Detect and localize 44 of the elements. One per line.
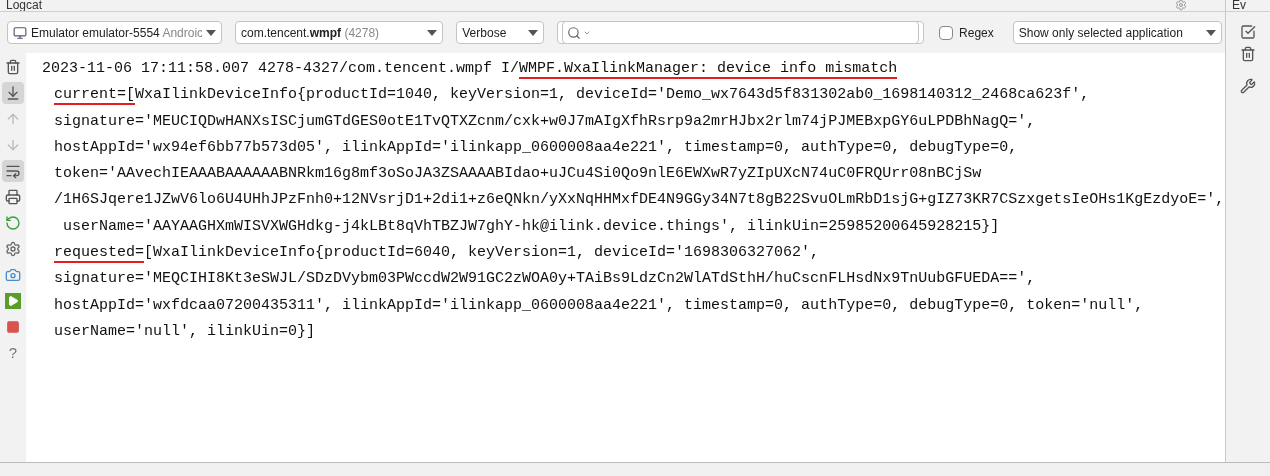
side-panel-title: Ev bbox=[1231, 0, 1246, 11]
dropdown-caret-icon bbox=[1206, 29, 1216, 36]
filter-dropdown[interactable]: Show only selected application bbox=[1012, 21, 1222, 44]
log-line: requested=[WxaIlinkDeviceInfo{productId=6040, keyVersion=1, deviceId='1698306327062', bbox=[53, 243, 821, 266]
emulator-icon bbox=[13, 25, 27, 40]
dropdown-caret-icon bbox=[427, 29, 438, 36]
help-button[interactable]: ? bbox=[2, 342, 24, 364]
log-line: /1H6SJqere1JZwV6lo6U4UHhJPzFnh0+12NVsrjD1+2di1+z6eQNkn/yXxNqHHMxfDE4N9GGy34N7t8gB22SvuOLmRbD1sjG+gIZ73KR7CSzxgetsIeOHs1KgEzdyoE=', bbox=[53, 190, 1225, 211]
panel-title: Logcat bbox=[5, 0, 43, 11]
dropdown-caret-icon bbox=[528, 29, 539, 36]
scroll-to-end-button[interactable] bbox=[2, 82, 24, 104]
log-line: userName='null', ilinkUin=0}] bbox=[53, 321, 317, 342]
soft-wrap-icon bbox=[5, 163, 21, 179]
device-dropdown[interactable]: Emulator emulator-5554 Androic bbox=[7, 21, 222, 44]
log-line: hostAppId='wxfdcaa07200435311', ilinkAppId='ilinkapp_0600008aa4e221', timestamp=0, authType=0, debugType=0, token='null', bbox=[53, 295, 1145, 316]
checkbox-icon[interactable] bbox=[1240, 24, 1256, 40]
settings-icon bbox=[5, 241, 21, 257]
log-line: 2023-11-06 17:11:58.007 4278-4327/com.tencent.wmpf I/WMPF.WxaIlinkManager: device info mismatch bbox=[41, 59, 899, 81]
soft-wrap-button[interactable] bbox=[2, 160, 24, 182]
search-field[interactable] bbox=[557, 21, 925, 44]
log-level-dropdown[interactable]: Verbose bbox=[456, 21, 545, 44]
play-button[interactable] bbox=[2, 290, 24, 312]
regex-label: Regex bbox=[959, 24, 994, 42]
log-line: signature='MEUCIQDwHANXsISCjumGTdGES0otE1TvQTXZcnm/cxk+w0J7mAIgXfhRsrp9a2mrHJbx2rlm74jPJMEBxpGY6uLPDBhNagQ=', bbox=[53, 111, 1037, 132]
log-line: hostAppId='wx94ef6bb77b573d05', ilinkAppId='ilinkapp_0600008aa4e221', timestamp=0, authType=0, debugType=0, bbox=[53, 137, 1019, 158]
stop-icon bbox=[6, 320, 20, 334]
dropdown-caret-icon bbox=[206, 29, 216, 36]
search-icon bbox=[567, 25, 582, 40]
process-dropdown[interactable]: com.tencent.wmpf (4278) bbox=[235, 21, 444, 44]
play-icon bbox=[5, 293, 21, 309]
trash-icon bbox=[5, 59, 21, 75]
log-line: current=[WxaIlinkDeviceInfo{productId=1040, keyVersion=1, deviceId='Demo_wx7643d5f831302ab0_1698140312_2468ca623f', bbox=[53, 85, 1091, 108]
trash-icon[interactable] bbox=[1240, 46, 1256, 62]
log-line: token='AAvechIEAAABAAAAAABNRkm16g8mf3oSoJA3ZSAAAABIdao+uJCu4Si0Qo9nlE6EWXwR7yZIpUXcN74uC0FRQUrr08nBCjSw bbox=[53, 164, 983, 185]
log-line: signature='MEQCIHI8Kt3eSWJL/SDzDVybm03PWccdW2W91GC2zWOA0y+TAiBs9LdzCn2WlATdSthH/huCscnFLHsdNx9TnUubGFUEDA==', bbox=[53, 269, 1037, 290]
scroll-to-end-icon bbox=[5, 85, 21, 101]
regex-checkbox[interactable] bbox=[939, 25, 954, 40]
printer-icon bbox=[5, 189, 21, 205]
restart-icon bbox=[5, 215, 21, 231]
camera-icon bbox=[5, 267, 21, 283]
settings-icon[interactable] bbox=[1175, 0, 1187, 11]
wrench-icon[interactable] bbox=[1240, 78, 1256, 94]
log-line: userName='AAYAAGHXmWISVXWGHdkg-j4kLBt8qVhTBZJW7ghY-hk@ilink.device.things', ilinkUin=25985200645928215}] bbox=[62, 216, 1001, 237]
up-arrow-icon bbox=[5, 111, 21, 127]
